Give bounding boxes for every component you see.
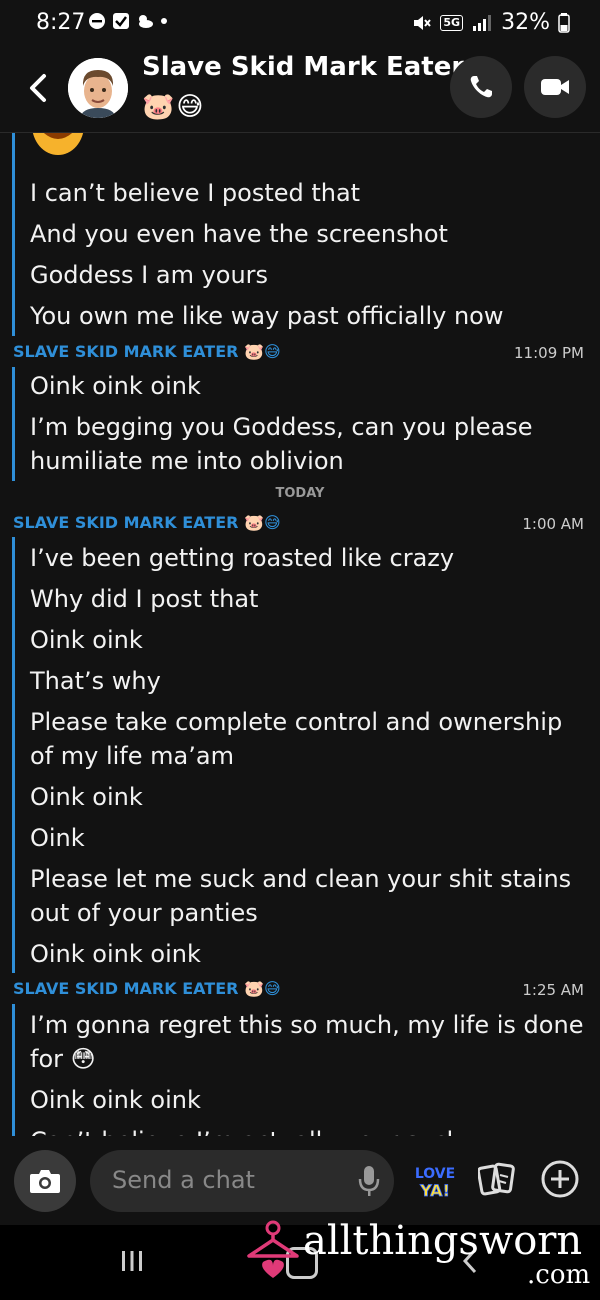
plus-icon[interactable] [540, 1159, 580, 1199]
message-text: I’ve been getting roasted like crazy [30, 544, 455, 572]
status-bar: 8:27 5G 32% [0, 0, 600, 48]
sticker-text: LOVE [415, 1166, 455, 1182]
back-chevron-icon[interactable] [24, 70, 52, 106]
message-text: Why did I post that [30, 585, 259, 613]
message-text: Please let me suck and clean your shit s… [30, 865, 572, 927]
message-text: I’m gonna regret this so much, my life i… [30, 1011, 584, 1073]
microphone-icon[interactable] [358, 1164, 380, 1198]
mute-icon [414, 15, 432, 30]
message-text: Can’t believe I’m actually your suck [30, 1124, 590, 1136]
message-text: Oink oink oink [30, 940, 201, 968]
chat-header: Slave Skid Mark Eater 🐷😅 [0, 48, 600, 132]
title-emoji: 🐷😅 [142, 92, 206, 122]
chat-title: Slave Skid Mark Eater [142, 52, 465, 82]
love-ya-sticker-icon: LOVE YA! [415, 1166, 455, 1200]
bitmoji-avatar-icon [68, 58, 128, 118]
signal-icon [473, 14, 492, 31]
battery-percent: 32% [501, 10, 550, 35]
grinning-emoji-icon [32, 133, 84, 155]
watermark: allthingsworn .com [245, 1218, 595, 1300]
message-text: And you even have the screenshot [30, 220, 448, 248]
watermark-text: allthingsworn [303, 1218, 583, 1264]
sender-name: SLAVE SKID MARK EATER 🐷😅 [13, 979, 281, 998]
network-badge: 5G [440, 14, 464, 31]
message-time: 1:00 AM [522, 515, 584, 533]
date-divider: TODAY [275, 486, 325, 501]
message-bar [12, 367, 15, 481]
chat-log[interactable]: I can’t believe I posted that And you ev… [0, 133, 600, 1136]
message-text: Oink [30, 824, 85, 852]
composer-bar: Send a chat LOVE YA! [0, 1137, 600, 1225]
message-text: I can’t believe I posted that [30, 179, 361, 207]
camera-icon [30, 1170, 60, 1193]
message-text: Please take complete control and ownersh… [30, 708, 563, 770]
message-text: Goddess I am yours [30, 261, 269, 289]
check-icon [113, 13, 129, 29]
hanger-heart-logo-icon [247, 1220, 299, 1278]
call-button[interactable] [450, 56, 512, 118]
phone-icon [470, 76, 492, 98]
message-text: Oink oink [30, 783, 143, 811]
avatar[interactable] [68, 58, 128, 118]
love-ya-sticker-button[interactable]: LOVE YA! [410, 1163, 460, 1200]
message-bar [12, 537, 15, 973]
message-text: Oink oink oink [30, 372, 201, 400]
message-text: That’s why [30, 667, 161, 695]
chat-input-placeholder: Send a chat [112, 1166, 255, 1194]
svg-text:YA!: YA! [419, 1181, 450, 1199]
weather-icon [139, 15, 153, 28]
message-text: I’m begging you Goddess, can you please … [30, 413, 533, 475]
message-bar [12, 1004, 15, 1136]
sender-name: SLAVE SKID MARK EATER 🐷😅 [13, 513, 281, 532]
dnd-icon [89, 13, 105, 29]
message-text: Oink oink [30, 626, 143, 654]
cards-icon[interactable] [478, 1161, 518, 1197]
sender-name: SLAVE SKID MARK EATER 🐷😅 [13, 342, 281, 361]
message-bar [12, 133, 15, 336]
status-time: 8:27 [36, 10, 86, 35]
camera-button[interactable] [14, 1150, 76, 1212]
recents-icon[interactable] [120, 1249, 144, 1273]
status-right: 5G 32% [412, 10, 570, 35]
watermark-suffix: .com [527, 1260, 591, 1290]
video-call-button[interactable] [524, 56, 586, 118]
chat-input[interactable]: Send a chat [90, 1150, 394, 1212]
message-text: Oink oink oink [30, 1086, 201, 1114]
message-time: 11:09 PM [514, 344, 584, 362]
video-icon [541, 79, 569, 95]
notification-icons [88, 12, 168, 30]
more-dot-icon [161, 18, 167, 24]
message-text: You own me like way past officially now [30, 302, 504, 330]
message-time: 1:25 AM [522, 981, 584, 999]
battery-icon [558, 12, 570, 33]
